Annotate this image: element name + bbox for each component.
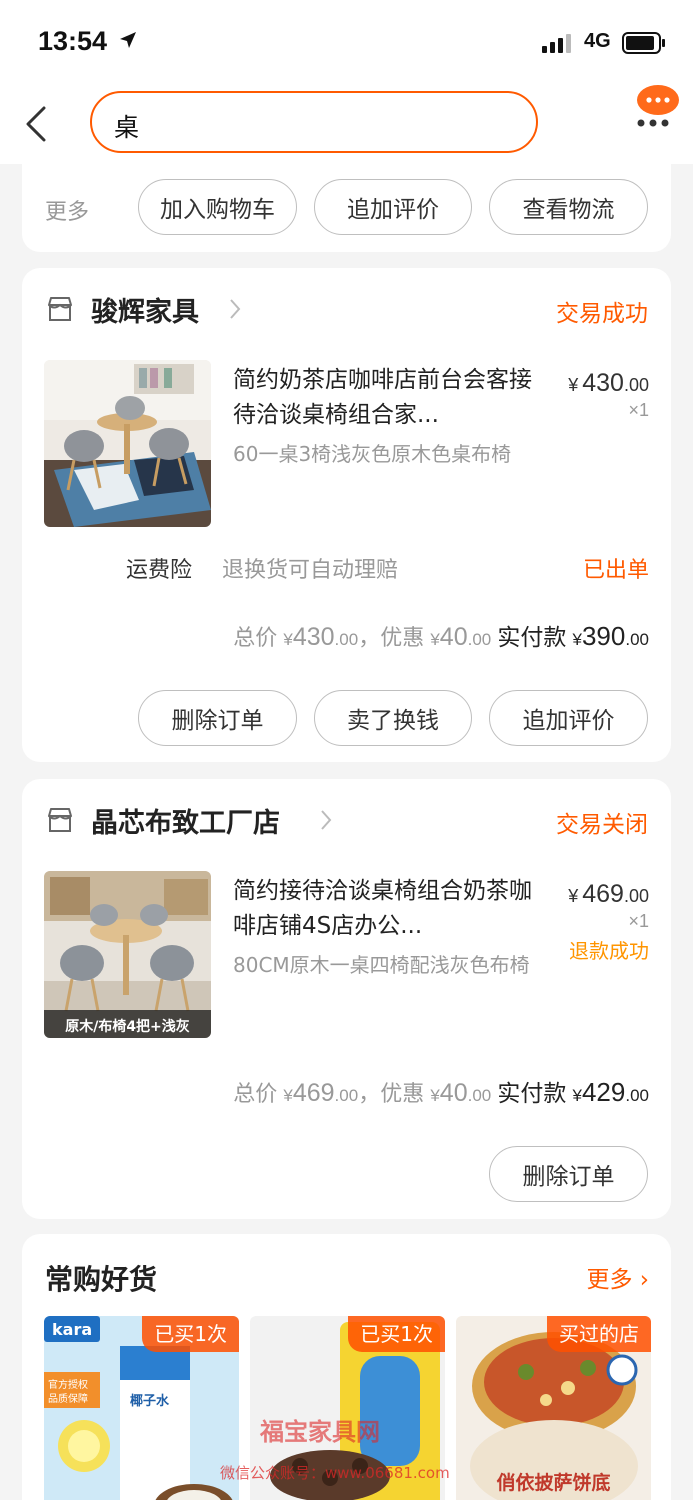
product-card[interactable]: kara 官方授权 品质保障 椰子水 已买1次 [44,1316,239,1500]
insurance-label: 运费险 [126,558,193,583]
message-bubble-icon[interactable] [636,84,680,116]
add-review-button[interactable]: 追加评价 [314,179,472,235]
insurance-description: 退换货可自动理赔 [222,558,399,583]
refund-status: 退款成功 [569,939,649,963]
product-thumbnail[interactable] [44,360,211,527]
resell-button[interactable]: 卖了换钱 [314,690,472,746]
order-card: 晶芯布致工厂店 交易关闭 原木/布椅4把+浅灰 简约接待洽谈桌椅组合奶茶咖啡店铺… [22,779,671,1219]
product-price: ¥430.00 [568,369,649,397]
product-badge: 品质保障 [48,1394,88,1405]
product-title[interactable]: 简约接待洽谈桌椅组合奶茶咖啡店铺4S店办公... [233,874,533,944]
insurance-status: 已出单 [582,558,649,583]
location-arrow-icon [120,32,136,48]
product-card[interactable]: 俏依披萨饼底 买过的店 [456,1316,651,1500]
watermark-text: 微信公众账号：www.06681.com [220,1464,450,1482]
shop-name[interactable]: 骏辉家具 [91,290,199,329]
product-title[interactable]: 简约奶茶店咖啡店前台会客接待洽谈桌椅组合家... [233,363,533,433]
brand-logo: kara [52,1320,93,1339]
add-to-cart-button[interactable]: 加入购物车 [138,179,297,235]
table-chairs-image [44,360,211,527]
shop-icon [48,297,72,321]
delete-order-button[interactable]: 删除订单 [138,690,297,746]
shop-icon [48,808,72,832]
bought-once-tag: 已买1次 [348,1316,445,1352]
bought-once-tag: 已买1次 [142,1316,239,1352]
more-label[interactable]: 更多 [45,194,89,226]
view-logistics-button[interactable]: 查看物流 [489,179,648,235]
more-dots-icon[interactable] [636,118,670,128]
add-review-button[interactable]: 追加评价 [489,690,648,746]
previous-order-actions: 更多 加入购物车 追加评价 查看物流 [22,160,671,252]
bought-store-tag: 买过的店 [547,1316,651,1352]
watermark-title: 福宝家具网 [260,1418,380,1446]
chevron-right-icon: › [639,1267,649,1293]
order-card: 骏辉家具 交易成功 简约奶茶店咖啡店前台会客接待洽谈桌椅组合家... 60一桌3… [22,268,671,762]
product-spec: 60一桌3椅浅灰色原木色桌布椅 [233,442,512,466]
product-quantity: ×1 [628,400,649,420]
delete-order-button[interactable]: 删除订单 [489,1146,648,1202]
chevron-right-icon[interactable] [320,809,332,831]
signal-icon [542,34,571,53]
table-chairs-image [44,871,211,1038]
order-status: 交易成功 [556,301,648,327]
product-price: ¥469.00 [568,880,649,908]
order-totals: 总价 ¥469.00，优惠 ¥40.00 实付款 ¥429.00 [233,1077,649,1107]
order-totals: 总价 ¥430.00，优惠 ¥40.00 实付款 ¥390.00 [233,621,649,651]
status-bar: 13:54 4G [0,0,693,80]
top-bar: 桌 [0,80,693,164]
shop-name[interactable]: 晶芯布致工厂店 [91,801,280,840]
product-thumbnail[interactable]: 原木/布椅4把+浅灰 [44,871,211,1038]
product-badge: 官方授权 [48,1380,88,1391]
chevron-right-icon[interactable] [229,298,241,320]
back-arrow-icon[interactable] [22,104,52,144]
order-status: 交易关闭 [556,812,648,838]
search-input[interactable]: 桌 [90,91,538,153]
status-time: 13:54 [38,26,108,56]
watermark: 福宝家具网 微信公众账号：www.06681.com [220,1408,480,1492]
search-query: 桌 [114,113,140,142]
section-title: 常购好货 [45,1263,158,1296]
battery-icon [622,32,665,54]
product-quantity: ×1 [628,911,649,931]
thumbnail-caption: 原木/布椅4把+浅灰 [65,1019,190,1035]
more-link[interactable]: 更多 › [586,1260,649,1294]
product-caption: 俏依披萨饼底 [496,1472,611,1494]
product-caption: 椰子水 [130,1394,170,1409]
network-type: 4G [584,30,611,52]
product-spec: 80CM原木一桌四椅配浅灰色布椅 [233,953,530,977]
